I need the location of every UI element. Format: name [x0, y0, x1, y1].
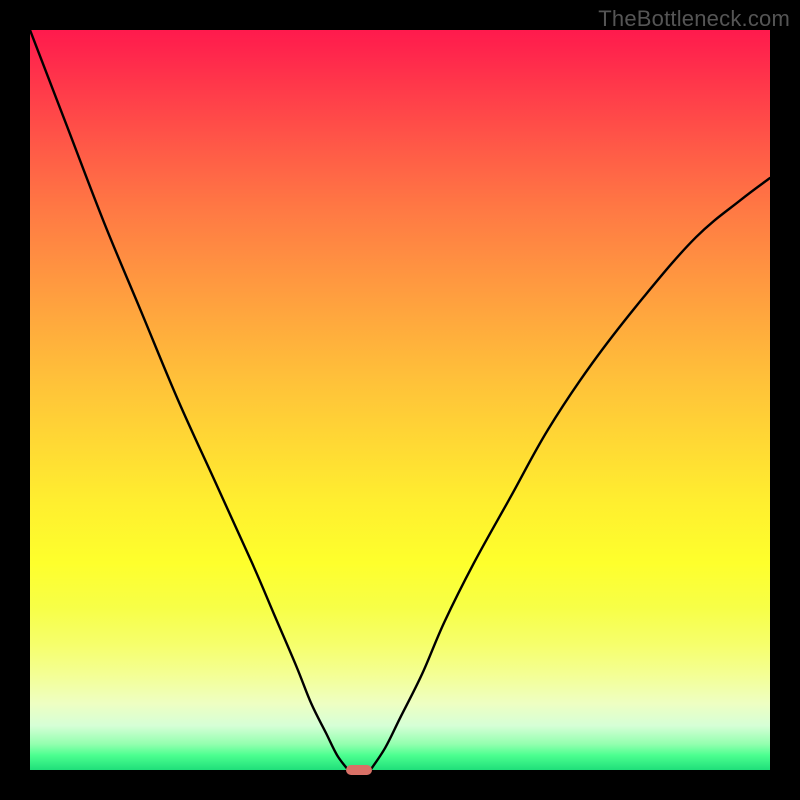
bottleneck-curve — [30, 30, 770, 770]
curve-left-branch — [30, 30, 348, 770]
curve-right-branch — [370, 178, 770, 770]
chart-outer-frame: TheBottleneck.com — [0, 0, 800, 800]
watermark-text: TheBottleneck.com — [598, 6, 790, 32]
optimal-marker — [346, 765, 372, 775]
plot-area — [30, 30, 770, 770]
